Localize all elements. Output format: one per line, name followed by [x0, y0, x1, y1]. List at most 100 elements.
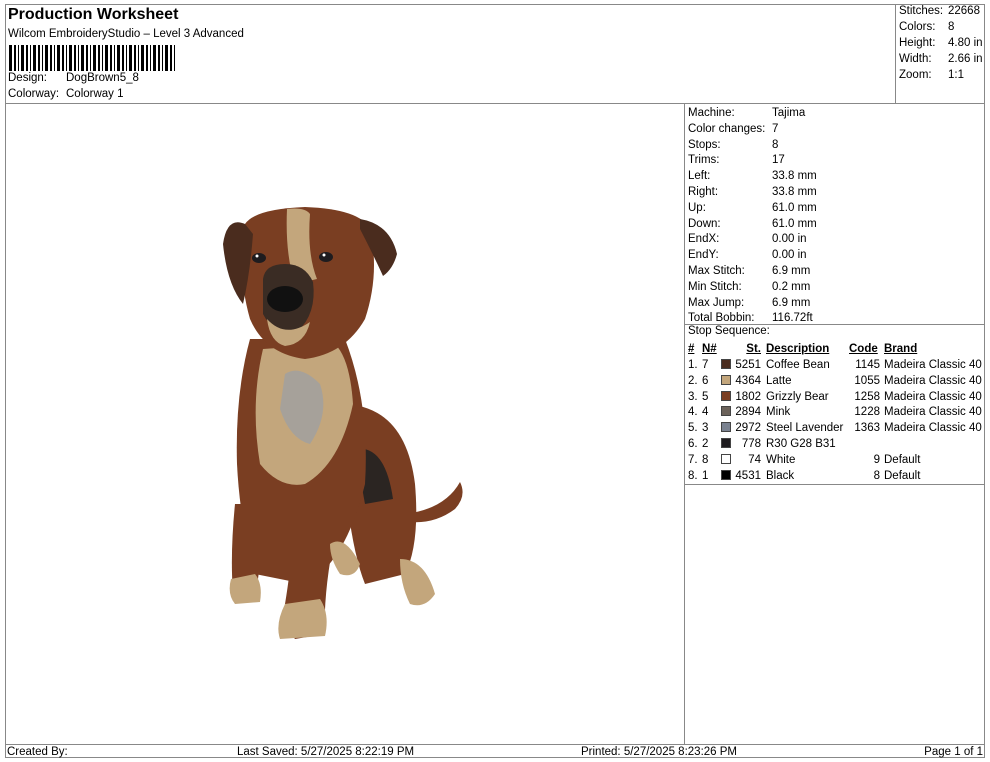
machine-info-row: Left: 33.8 mm: [688, 168, 817, 184]
info-value: 7: [772, 122, 779, 135]
summary-value: 22668: [948, 5, 980, 17]
summary-value: 2.66 in: [948, 53, 983, 65]
info-value: 61.0 mm: [772, 217, 817, 230]
divider: [685, 484, 985, 485]
row-brand: Madeira Classic 40: [884, 406, 982, 419]
summary-label: Zoom:: [899, 69, 932, 81]
row-code: 9: [873, 453, 880, 466]
row-index: 3.: [688, 390, 698, 403]
row-brand: Default: [884, 453, 921, 466]
info-value: 6.9 mm: [772, 265, 811, 277]
row-index: 6.: [688, 438, 698, 450]
row-code: 1145: [855, 359, 880, 371]
colorway-row: Colorway: Colorway 1: [8, 88, 124, 100]
info-value: 116.72ft: [772, 312, 813, 325]
summary-width: Width: 2.66 in: [899, 53, 983, 65]
row-brand: Madeira Classic 40: [884, 422, 982, 435]
color-swatch: [721, 422, 731, 433]
info-value: Tajima: [772, 107, 806, 119]
machine-info-row: Stops: 8: [688, 137, 778, 153]
row-stitches: 778: [741, 438, 761, 450]
stop-sequence-row: 8. 1 4531 Black 8 Default: [685, 468, 985, 484]
row-needle: 4: [702, 406, 709, 419]
color-swatch: [721, 390, 731, 401]
stop-sequence-row: 6. 2 778 R30 G28 B31: [685, 436, 985, 452]
design-label: Design:: [8, 72, 47, 84]
row-code: 1258: [854, 390, 880, 403]
machine-info-row: EndX: 0.00 in: [688, 231, 807, 247]
col-brand: Brand: [884, 343, 918, 355]
colorway-label: Colorway:: [8, 88, 60, 100]
machine-info-row: Right: 33.8 mm: [688, 184, 817, 200]
row-needle: 6: [702, 374, 709, 387]
machine-info-row: Min Stitch: 0.2 mm: [688, 279, 810, 295]
colorway-value: Colorway 1: [66, 88, 124, 100]
software-subtitle: Wilcom EmbroideryStudio – Level 3 Advanc…: [8, 28, 244, 40]
machine-info-row: Down: 61.0 mm: [688, 216, 817, 232]
row-stitches: 1802: [735, 390, 761, 403]
row-brand: Madeira Classic 40: [884, 390, 982, 403]
info-label: Stops:: [688, 138, 721, 151]
info-value: 33.8 mm: [772, 170, 817, 183]
stop-sequence-row: 5. 3 2972 Steel Lavender 1363 Madeira Classic…: [685, 420, 985, 436]
row-stitches: 2894: [735, 406, 761, 419]
row-index: 5.: [688, 422, 698, 435]
row-description: Coffee Bean: [766, 359, 830, 371]
info-value: 0.00 in: [772, 233, 807, 246]
row-index: 4.: [688, 406, 698, 419]
row-stitches: 4531: [735, 469, 761, 482]
design-summary: Stitches: 22668 Colors: 8 Height: 4.80 in W…: [896, 4, 985, 104]
row-stitches: 2972: [735, 422, 761, 435]
last-saved: Last Saved: 5/27/2025 8:22:19 PM: [237, 746, 415, 758]
summary-colors: Colors: 8: [899, 21, 954, 33]
info-label: Right:: [688, 186, 719, 198]
row-code: 1228: [854, 406, 880, 419]
summary-label: Colors:: [899, 21, 936, 33]
row-description: Black: [766, 469, 795, 482]
row-index: 2.: [688, 374, 698, 387]
info-label: Max Jump:: [688, 296, 745, 309]
row-code: 8: [873, 469, 880, 482]
row-stitches: 5251: [735, 359, 761, 371]
summary-label: Width:: [899, 53, 932, 65]
stop-sequence-row: 2. 6 4364 Latte 1055 Madeira Classic 40: [685, 373, 985, 389]
page-number: Page 1 of 1: [924, 746, 983, 758]
row-description: Grizzly Bear: [766, 390, 829, 403]
color-swatch: [721, 374, 731, 385]
row-brand: Madeira Classic 40: [884, 359, 982, 371]
info-value: 8: [772, 138, 779, 151]
row-code: 1055: [854, 374, 880, 387]
design-row: Design: DogBrown5_8: [8, 72, 139, 84]
info-value: 17: [772, 154, 785, 167]
summary-label: Stitches:: [899, 5, 944, 17]
info-label: Max Stitch:: [688, 265, 745, 277]
row-index: 7.: [688, 453, 698, 466]
summary-label: Height:: [899, 37, 936, 49]
stop-sequence-row: 3. 5 1802 Grizzly Bear 1258 Madeira Classic 4…: [685, 389, 985, 405]
row-description: White: [766, 453, 796, 466]
row-code: 1363: [854, 422, 880, 435]
info-label: Left:: [688, 170, 711, 183]
summary-value: 8: [948, 21, 955, 33]
stop-sequence-row: 7. 8 74 White 9 Default: [685, 452, 985, 468]
info-value: 33.8 mm: [772, 186, 817, 198]
summary-stitches: Stitches: 22668: [899, 5, 980, 17]
info-label: Up:: [688, 201, 706, 214]
col-index: #: [688, 343, 695, 355]
machine-info-row: Machine: Tajima: [688, 105, 805, 121]
row-brand: Madeira Classic 40: [884, 374, 982, 387]
stop-sequence-row: 4. 4 2894 Mink 1228 Madeira Classic 40: [685, 404, 985, 420]
printed-date: Printed: 5/27/2025 8:23:26 PM: [581, 746, 737, 758]
row-stitches: 4364: [735, 374, 761, 387]
info-label: EndY:: [688, 249, 719, 262]
col-stitches: St.: [746, 343, 761, 355]
info-value: 6.9 mm: [772, 296, 811, 309]
machine-info-row: Max Stitch: 6.9 mm: [688, 263, 810, 279]
machine-info-row: EndY: 0.00 in: [688, 247, 807, 263]
row-description: Mink: [766, 406, 791, 419]
row-stitches: 74: [748, 453, 761, 466]
barcode: [9, 45, 175, 71]
row-needle: 3: [702, 422, 709, 435]
color-swatch: [721, 453, 731, 464]
machine-info-row: Max Jump: 6.9 mm: [688, 295, 810, 311]
